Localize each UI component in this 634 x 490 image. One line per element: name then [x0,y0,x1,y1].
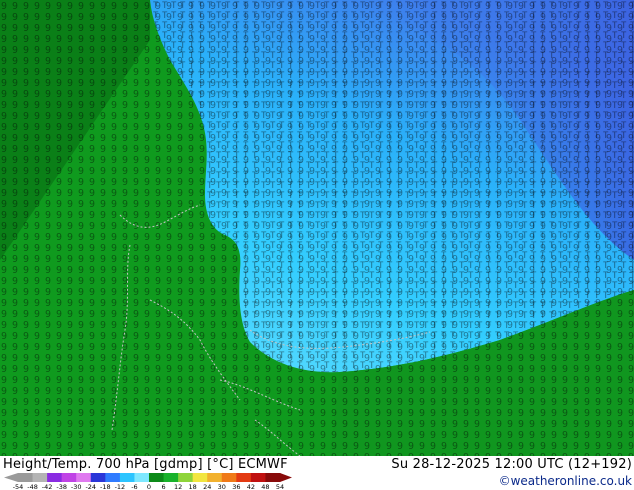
weather-map: 9 T [0,0,634,456]
colorbar-segment [236,473,252,482]
colorbar-tick-label: 6 [161,483,165,490]
colorbar-segment [192,473,208,482]
colorbar-segment [178,473,194,482]
colorbar-segment [250,473,266,482]
colorbar-tick-label: -38 [56,483,67,490]
colorbar-tick-label: 18 [189,483,197,490]
map-title: Height/Temp. 700 hPa [gdmp] [°C] ECMWF [3,457,288,472]
colorbar-segment [47,473,63,482]
colorbar-tick-label: -24 [85,483,96,490]
colorbar-tick-label: -42 [42,483,53,490]
colorbar-tick-label: -30 [71,483,82,490]
colorbar-segment [163,473,179,482]
colorbar-segment [265,473,281,482]
credit-link[interactable]: ©weatheronline.co.uk [499,474,632,488]
colorbar-segment [221,473,237,482]
colorbar-segment [76,473,92,482]
temperature-field: 9 T [0,0,634,456]
colorbar-tick-label: -18 [100,483,111,490]
colorbar-segment [119,473,135,482]
colorbar-segment [32,473,48,482]
colorbar-tick-label: 36 [232,483,240,490]
colorbar-segment [149,473,165,482]
temperature-colorbar: -54 -48 -42 -38 -30 -24 -18 -12 -6 0 6 12 18 24 30 36 42… [4,473,292,490]
valid-time: Su 28-12-2025 12:00 UTC (12+192) [391,457,632,472]
colorbar-segment [90,473,106,482]
map-footer: Height/Temp. 700 hPa [gdmp] [°C] ECMWF S… [0,456,634,490]
colorbar-tick-label: 48 [261,483,269,490]
colorbar-tick-label: -6 [131,483,137,490]
colorbar-segment [207,473,223,482]
colorbar-segment [134,473,150,482]
colorbar-segment [61,473,77,482]
colorbar-tick-label: 24 [203,483,211,490]
colorbar-tick-label: 0 [147,483,151,490]
colorbar-segment [105,473,121,482]
colorbar-segment [18,473,34,482]
colorbar-tick-label: -54 [13,483,24,490]
colorbar-left-arrow [4,473,18,482]
colorbar-tick-label: 54 [276,483,284,490]
colorbar-tick-label: -48 [27,483,38,490]
colorbar-tick-label: -12 [115,483,126,490]
colorbar-tick-label: 30 [218,483,226,490]
colorbar-tick-label: 42 [247,483,255,490]
colorbar-tick-label: 12 [174,483,182,490]
colorbar-right-arrow [280,473,292,482]
